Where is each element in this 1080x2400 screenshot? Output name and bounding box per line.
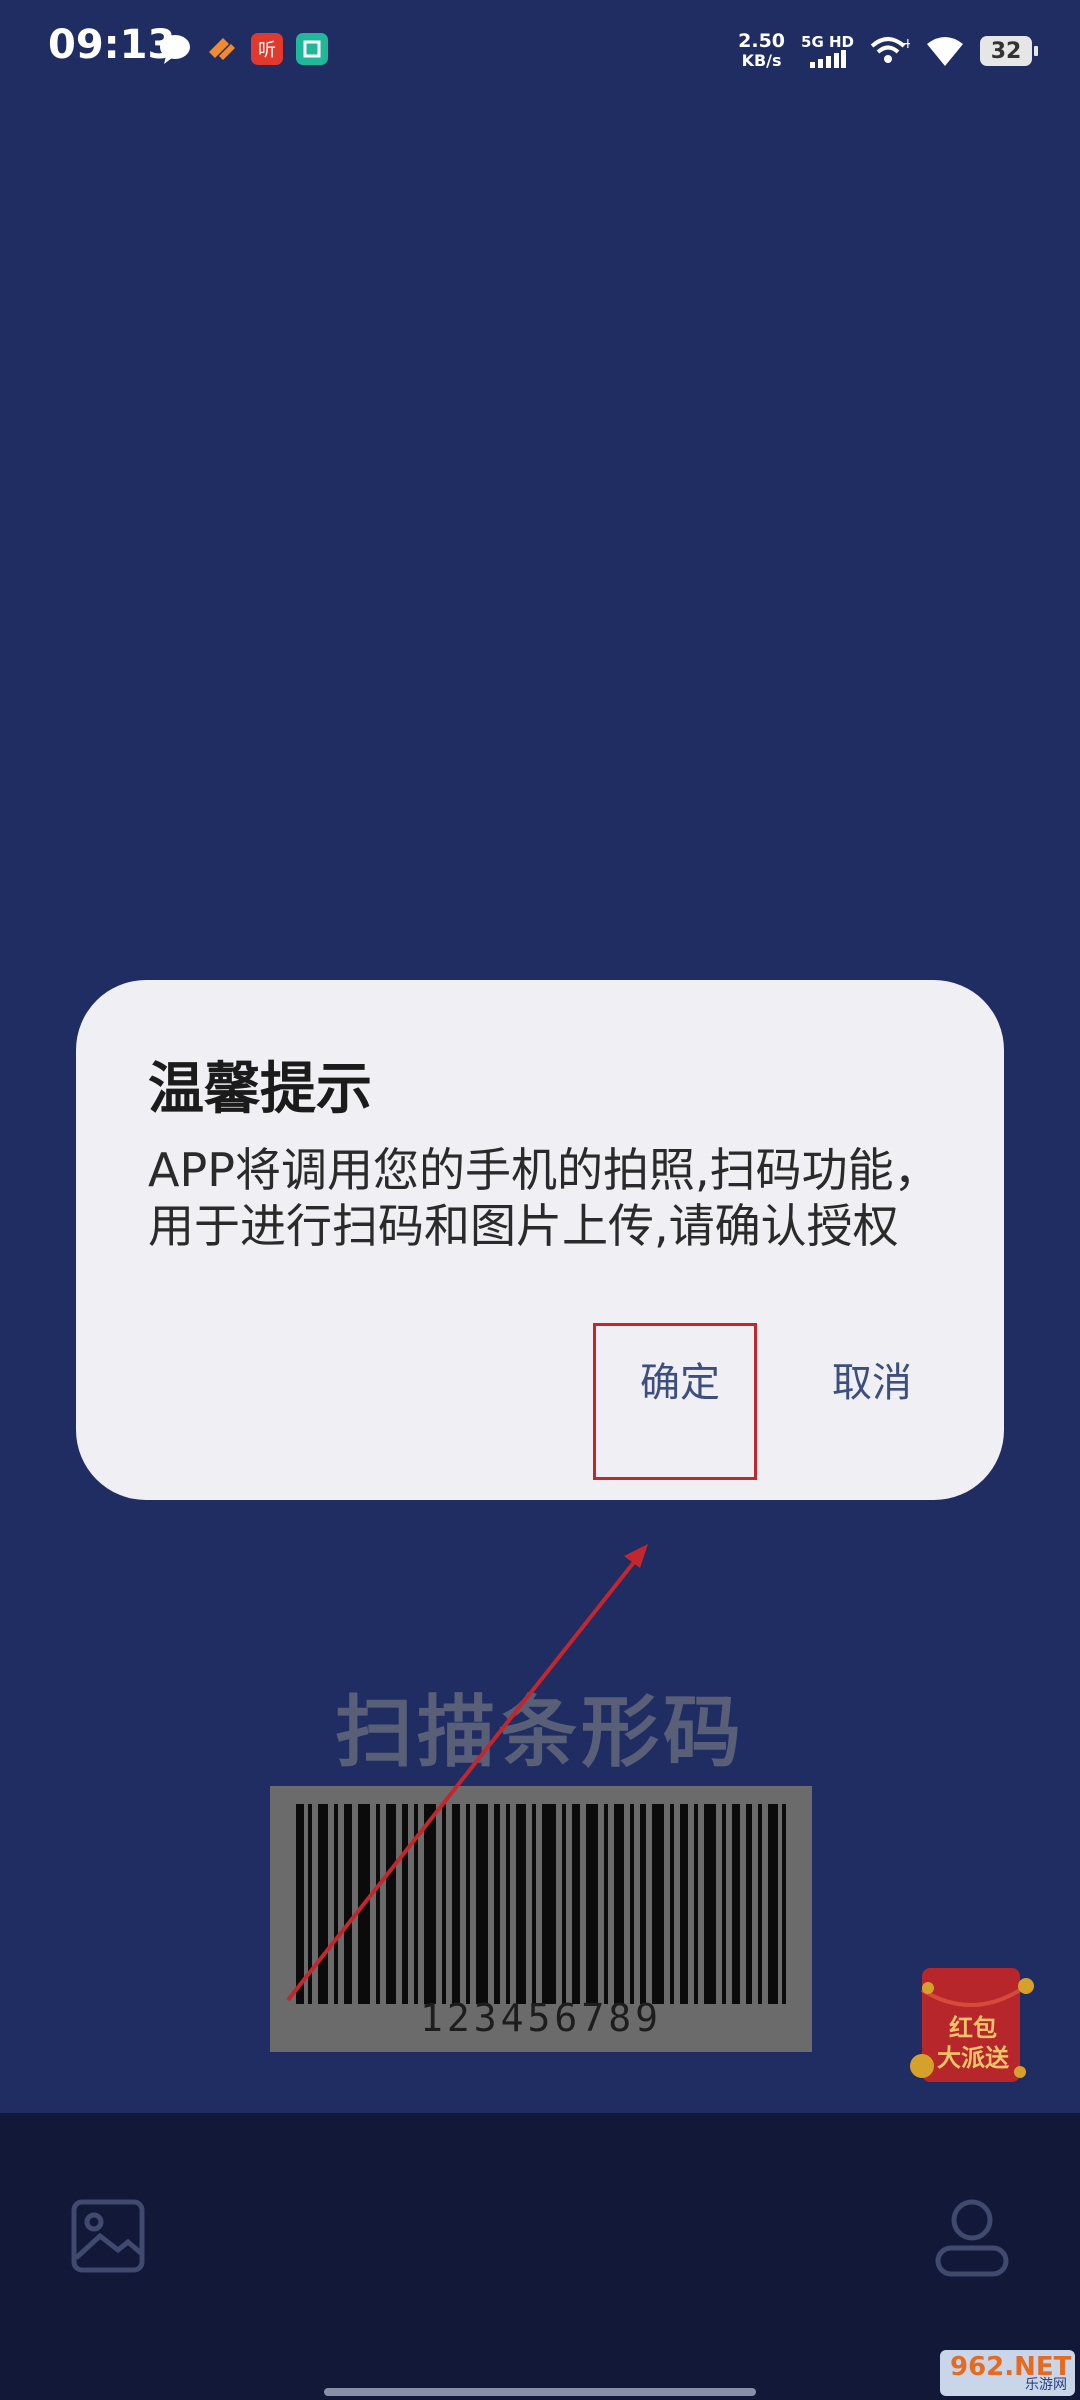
watermark-logo: 962.NET 乐游网 [940, 2350, 1075, 2396]
orange-app-icon [209, 38, 235, 60]
svg-text:+: + [902, 36, 910, 52]
red-packet-button[interactable]: 红包 大派送 [908, 1960, 1038, 2090]
listen-app-icon: 听 [251, 33, 283, 65]
confirm-highlight-box [593, 1323, 757, 1480]
status-right-group: 2.50 KB/s 5G HD + 32 [738, 26, 1038, 76]
wifi-icon [927, 37, 963, 66]
cellular-indicator: 5G HD [801, 34, 854, 68]
chat-bubble-icon [160, 35, 190, 64]
dialog-message: APP将调用您的手机的拍照,扫码功能，用于进行扫码和图片上传,请确认授权 [148, 1143, 940, 1253]
signal-bars-icon [809, 50, 846, 68]
battery-indicator: 32 [980, 36, 1038, 66]
svg-text:听: 听 [258, 40, 276, 61]
scan-barcode-title: 扫描条形码 [334, 1688, 745, 1778]
bottom-nav [0, 2113, 1080, 2400]
teal-app-icon [296, 33, 328, 65]
user-icon[interactable] [934, 2198, 1010, 2278]
dialog-title: 温馨提示 [148, 1057, 372, 1122]
home-indicator[interactable] [324, 2388, 756, 2396]
cancel-button[interactable]: 取消 [832, 1350, 912, 1408]
status-time: 09:13 [48, 22, 176, 68]
wifi-plus-icon: + [870, 36, 910, 63]
network-speed: 2.50 KB/s [738, 30, 786, 70]
barcode-number: 123456789 [420, 1996, 662, 2040]
barcode-bars [292, 1804, 790, 2004]
red-packet-text-2: 大派送 [937, 2044, 1009, 2072]
permission-dialog: 温馨提示 APP将调用您的手机的拍照,扫码功能，用于进行扫码和图片上传,请确认授… [76, 980, 1004, 1500]
barcode-image: 123456789 [270, 1786, 812, 2052]
gallery-icon[interactable] [70, 2198, 146, 2274]
status-bar: 09:13 听 2.50 KB/s 5G HD + 32 [0, 0, 1080, 100]
